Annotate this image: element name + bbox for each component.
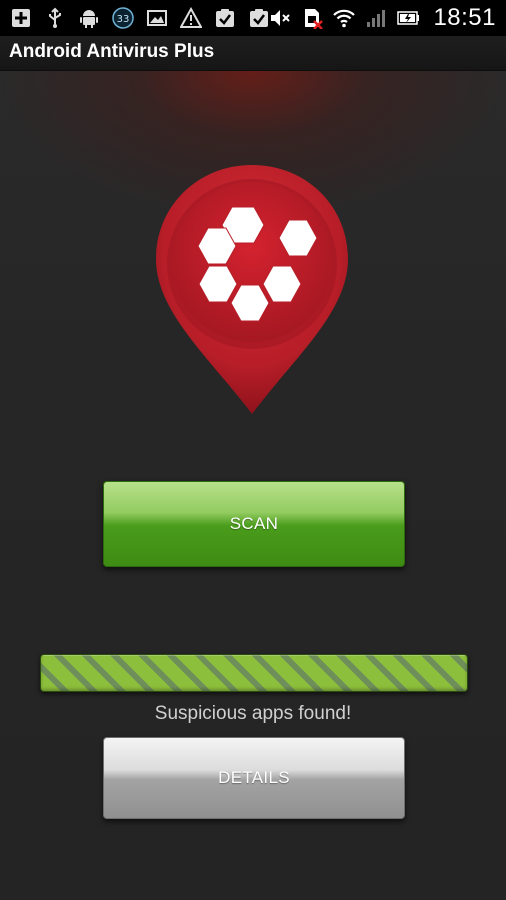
scan-progress-fill [41,655,467,691]
app-title: Android Antivirus Plus [9,41,215,62]
task-check-icon [248,7,270,29]
status-bar: 33 18:51 [0,0,506,36]
app-logo-icon [150,160,355,420]
notification-count-icon: 33 [112,7,134,29]
add-icon [10,7,32,29]
usb-icon [44,7,66,29]
mute-icon [269,7,291,29]
action-bar: Android Antivirus Plus [0,36,506,71]
scan-status-text: Suspicious apps found! [154,703,352,724]
scan-progress-bar [40,654,468,692]
status-bar-system: 18:51 [269,0,496,36]
details-button[interactable]: DETAILS [103,737,405,819]
scan-button[interactable]: SCAN [103,481,405,567]
app-screen: 33 18:51 Android Antivirus Plus SCAN Sus… [0,0,506,900]
battery-icon [397,7,420,29]
notification-count: 33 [117,14,130,25]
status-time: 18:51 [433,4,496,31]
warning-icon [180,7,202,29]
status-bar-notifications: 33 [10,0,270,36]
task-check-icon [214,7,236,29]
image-icon [146,7,168,29]
sim-no-signal-icon [301,7,324,29]
android-icon [78,7,100,29]
signal-icon [365,7,387,29]
wifi-icon [333,7,356,29]
